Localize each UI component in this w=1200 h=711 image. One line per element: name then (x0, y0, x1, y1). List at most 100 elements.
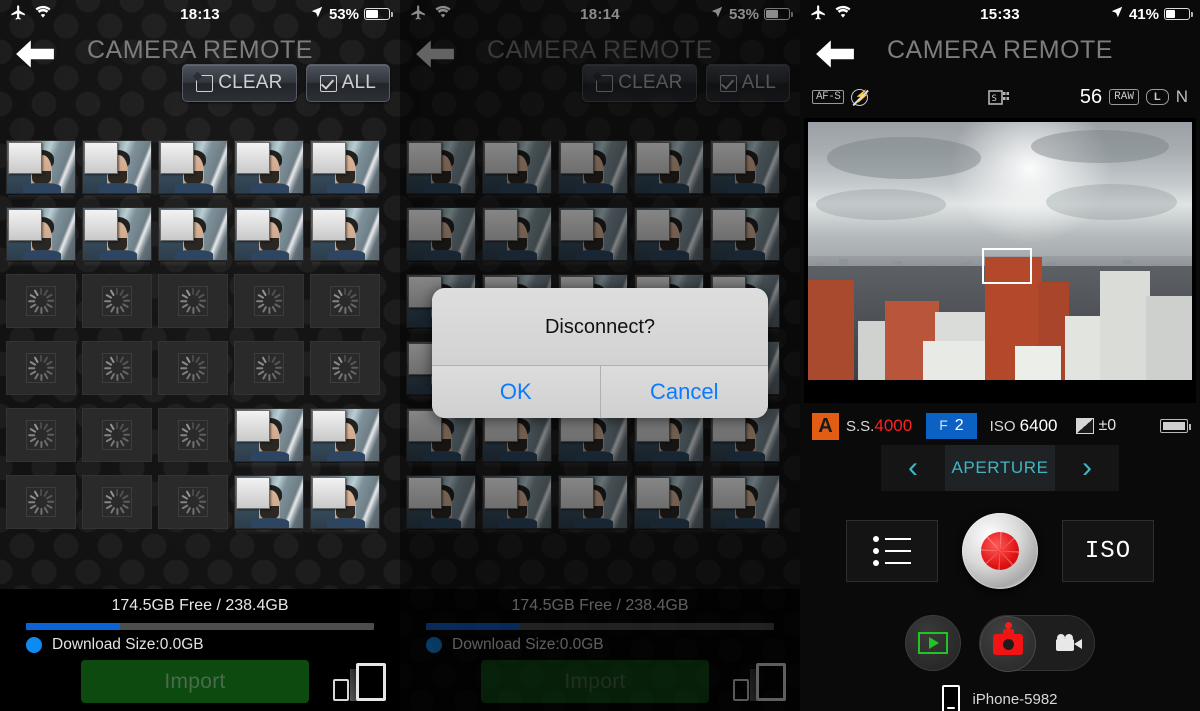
thumbnail-loading (82, 408, 152, 470)
loading-spinner-icon (102, 353, 132, 383)
selection-buttons: CLEAR ALL (182, 64, 390, 102)
aperture-control: ‹ APERTURE › (800, 445, 1200, 491)
thumbnail-photo[interactable] (234, 207, 304, 269)
iso-readout[interactable]: ISO 6400 (990, 416, 1058, 436)
device-name-label: iPhone-5982 (972, 690, 1058, 708)
shutter-speed-readout[interactable]: S.S.4000 (846, 416, 912, 436)
loading-spinner-icon (102, 420, 132, 450)
loading-spinner-icon (178, 420, 208, 450)
thumbnail-checkbox[interactable] (160, 209, 194, 241)
menu-button[interactable] (846, 520, 938, 582)
thumbnail-loading (82, 341, 152, 403)
title-bar: CAMERA REMOTE (800, 28, 1200, 80)
image-quality-indicator: RAW (1109, 89, 1139, 105)
thumbnail-loading (158, 408, 228, 470)
thumbnail-photo[interactable] (82, 207, 152, 269)
battery-percent: 53% (328, 5, 359, 23)
thumbnail-checkbox[interactable] (236, 142, 270, 174)
thumbnail-checkbox[interactable] (84, 142, 118, 174)
clear-button[interactable]: CLEAR (182, 64, 297, 102)
loading-spinner-icon (102, 286, 132, 316)
live-view-image (808, 122, 1192, 380)
loading-placeholder (158, 341, 228, 395)
dialog-ok-button[interactable]: OK (432, 366, 600, 418)
aperture-control-label[interactable]: APERTURE (945, 445, 1055, 491)
exposure-compensation-readout[interactable]: ±0 (1075, 417, 1116, 435)
thumbnail-loading (6, 274, 76, 336)
panel-photo-browser: 18:13 53% CAMERA REMOTE CLEAR ALL 174.5G… (0, 0, 400, 711)
live-view[interactable] (804, 118, 1196, 403)
loading-placeholder (310, 341, 380, 395)
loading-placeholder (234, 341, 304, 395)
import-footer: 174.5GB Free / 238.4GB Download Size:0.0… (0, 589, 400, 711)
dialog-cancel-button[interactable]: Cancel (599, 366, 768, 418)
af-focus-box (982, 248, 1032, 284)
download-indicator-dot (26, 637, 42, 653)
thumbnail-checkbox[interactable] (236, 410, 270, 442)
thumbnail-photo[interactable] (82, 140, 152, 202)
shots-remaining: 56 (1079, 85, 1103, 108)
chevron-right-icon[interactable]: › (1055, 445, 1119, 491)
thumbnail-photo[interactable] (234, 140, 304, 202)
phone-device-icon (942, 685, 961, 711)
loading-placeholder (6, 475, 76, 529)
thumbnail-photo[interactable] (6, 207, 76, 269)
thumbnail-loading (6, 475, 76, 537)
playback-play-icon (918, 632, 948, 654)
thumbnail-photo[interactable] (234, 408, 304, 470)
loading-spinner-icon (330, 353, 360, 383)
thumbnail-checkbox[interactable] (312, 410, 346, 442)
main-controls: ISO (800, 513, 1200, 589)
chevron-left-icon[interactable]: ‹ (881, 445, 945, 491)
thumbnail-checkbox[interactable] (8, 209, 42, 241)
camera-info-bar: AF-S S 56 RAW L N (800, 80, 1200, 114)
loading-spinner-icon (26, 353, 56, 383)
thumbnail-checkbox[interactable] (312, 209, 346, 241)
thumbnail-photo[interactable] (158, 207, 228, 269)
thumbnail-checkbox[interactable] (312, 142, 346, 174)
thumbnail-photo[interactable] (310, 140, 380, 202)
aperture-readout[interactable]: F2 (926, 413, 977, 439)
loading-spinner-icon (178, 286, 208, 316)
thumbnail-photo[interactable] (310, 207, 380, 269)
image-size-indicator: L (1145, 89, 1169, 105)
page-title: CAMERA REMOTE (887, 36, 1113, 64)
storage-status: 174.5GB Free / 238.4GB (111, 597, 289, 614)
video-camera-icon[interactable] (1056, 634, 1082, 651)
loading-spinner-icon (26, 286, 56, 316)
thumbnail-photo[interactable] (234, 475, 304, 537)
capture-mode-toggle[interactable] (979, 615, 1095, 672)
thumbnail-loading (234, 341, 304, 403)
thumbnail-photo[interactable] (310, 408, 380, 470)
thumbnail-checkbox[interactable] (84, 209, 118, 241)
import-button[interactable]: Import (81, 660, 309, 703)
thumbnail-checkbox[interactable] (236, 209, 270, 241)
checkbox-checked-icon (319, 74, 337, 92)
camera-battery-icon (1160, 419, 1191, 433)
select-all-button-label: ALL (341, 72, 376, 93)
exposure-compensation-icon (1075, 418, 1094, 434)
loading-spinner-icon (330, 286, 360, 316)
thumbnail-loading (158, 274, 228, 336)
shutter-release-button[interactable] (962, 513, 1038, 589)
thumbnail-checkbox[interactable] (312, 477, 346, 509)
aperture-value: 2 (954, 417, 964, 434)
loading-placeholder (234, 274, 304, 328)
iso-button[interactable]: ISO (1062, 520, 1154, 582)
playback-button[interactable] (905, 615, 961, 671)
shutter-speed-label: S.S. (846, 418, 875, 435)
battery-percent: 41% (1128, 5, 1159, 23)
thumbnail-loading (310, 341, 380, 403)
select-all-button[interactable]: ALL (305, 64, 390, 102)
record-indicator-dot (1005, 622, 1012, 629)
thumbnail-grid (0, 132, 400, 537)
thumbnail-photo[interactable] (6, 140, 76, 202)
thumbnail-checkbox[interactable] (8, 142, 42, 174)
thumbnail-photo[interactable] (158, 140, 228, 202)
exposure-mode-badge[interactable]: A (812, 412, 839, 440)
thumbnail-loading (310, 274, 380, 336)
thumbnail-photo[interactable] (310, 475, 380, 537)
thumbnail-checkbox[interactable] (236, 477, 270, 509)
thumbnail-checkbox[interactable] (160, 142, 194, 174)
list-menu-icon (873, 536, 911, 566)
